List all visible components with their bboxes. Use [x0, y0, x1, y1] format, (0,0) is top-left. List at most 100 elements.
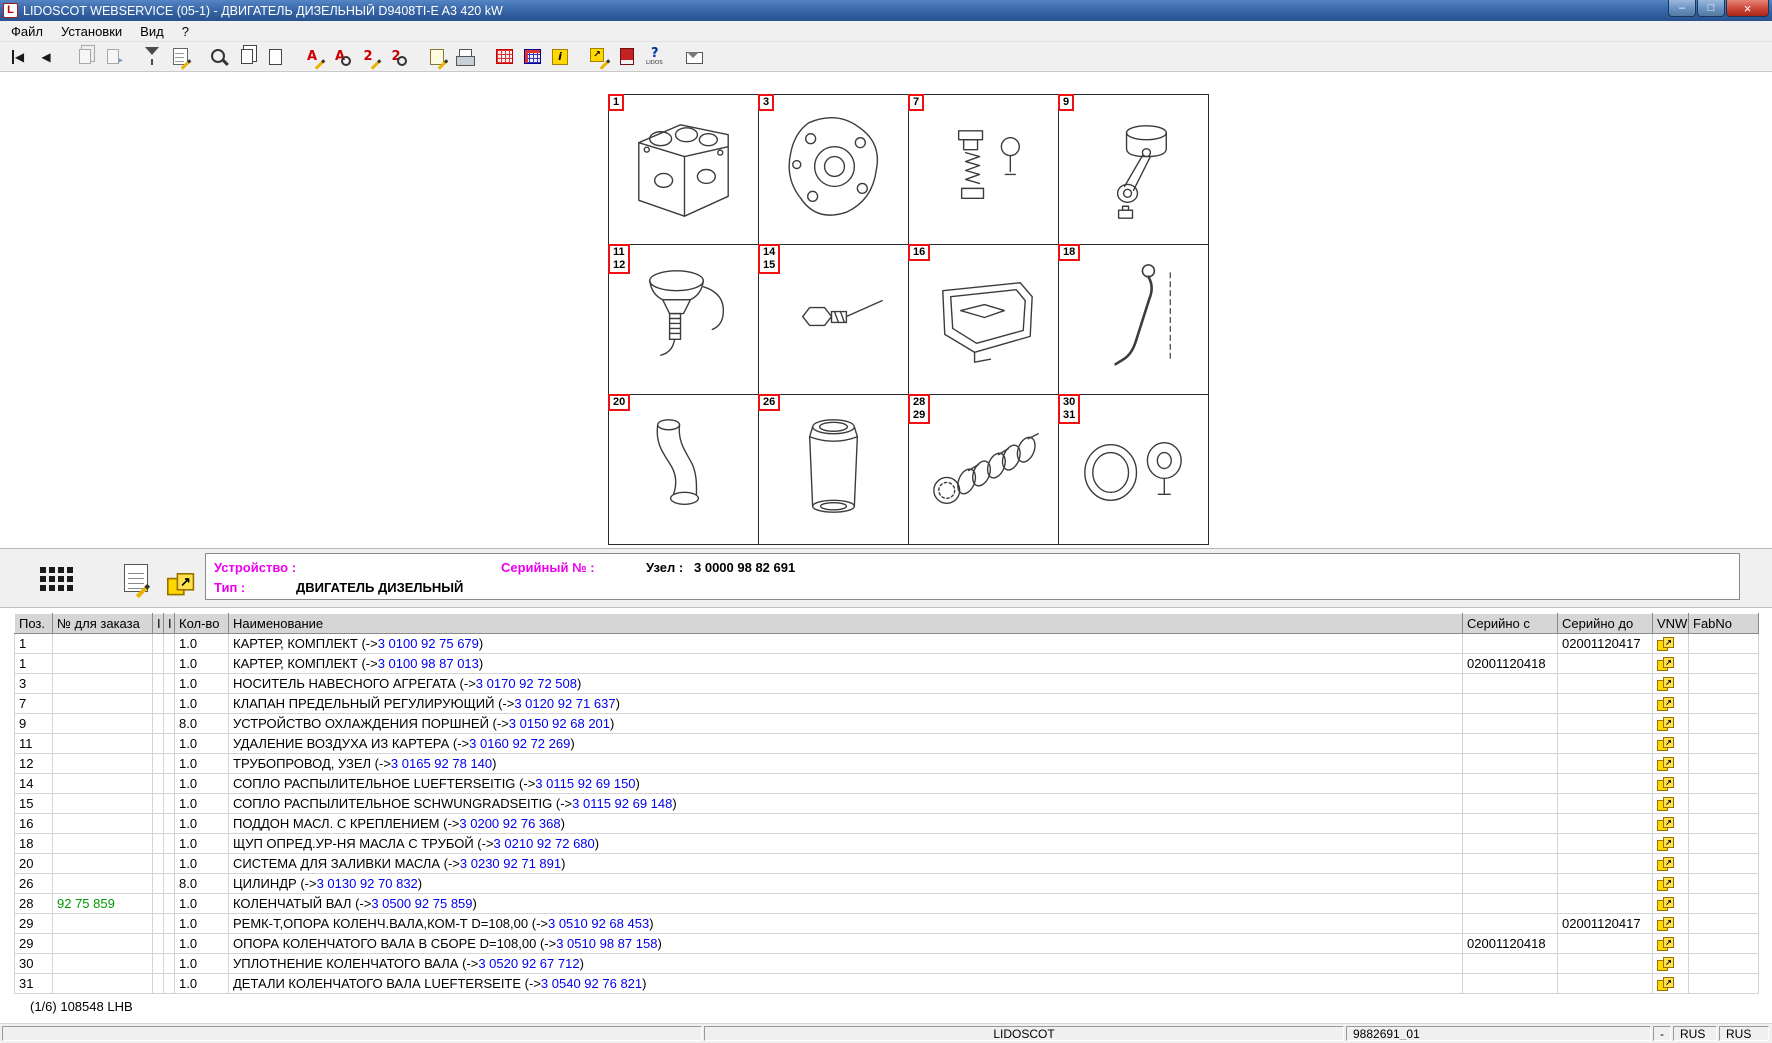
table-red-button[interactable]: [491, 44, 517, 70]
part-number-link[interactable]: 3 0510 92 68 453: [548, 916, 649, 931]
diagram-cell-20[interactable]: 20: [609, 395, 759, 545]
vnw-link-icon[interactable]: [1657, 677, 1674, 691]
part-row[interactable]: 98.0УСТРОЙСТВО ОХЛАЖДЕНИЯ ПОРШНЕЙ (->3 0…: [15, 714, 1759, 734]
part-row[interactable]: 71.0КЛАПАН ПРЕДЕЛЬНЫЙ РЕГУЛИРУЮЩИЙ (->3 …: [15, 694, 1759, 714]
vnw-link-icon[interactable]: [1657, 917, 1674, 931]
info-button[interactable]: [547, 44, 573, 70]
part-number-link[interactable]: 3 0100 92 75 679: [378, 636, 479, 651]
vnw-link-icon[interactable]: [1657, 737, 1674, 751]
part-number-link[interactable]: 3 0170 92 72 508: [476, 676, 577, 691]
part-row[interactable]: 121.0ТРУБОПРОВОД, УЗЕЛ (->3 0165 92 78 1…: [15, 754, 1759, 774]
menu-item-2[interactable]: Установки: [52, 22, 131, 41]
diagram-cell-11-12[interactable]: 1112: [609, 245, 759, 395]
column-serial-from[interactable]: Серийно с: [1463, 614, 1558, 634]
lidos-app-icon[interactable]: L: [3, 3, 18, 18]
find-number-button[interactable]: [385, 44, 411, 70]
vnw-link-icon[interactable]: [1657, 637, 1674, 651]
part-row[interactable]: 31.0НОСИТЕЛЬ НАВЕСНОГО АГРЕГАТА (->3 017…: [15, 674, 1759, 694]
part-row[interactable]: 111.0УДАЛЕНИЕ ВОЗДУХА ИЗ КАРТЕРА (->3 01…: [15, 734, 1759, 754]
part-row[interactable]: 291.0ОПОРА КОЛЕНЧАТОГО ВАЛА В СБОРЕ D=10…: [15, 934, 1759, 954]
link-edit-button[interactable]: [586, 44, 612, 70]
part-row[interactable]: 181.0ЩУП ОПРЕД.УР-НЯ МАСЛА С ТРУБОЙ (->3…: [15, 834, 1759, 854]
column-flag2[interactable]: I: [164, 614, 175, 634]
find-text-button[interactable]: [329, 44, 355, 70]
vnw-link-icon[interactable]: [1657, 777, 1674, 791]
vnw-link-icon[interactable]: [1657, 977, 1674, 991]
part-number-link[interactable]: 3 0100 98 87 013: [378, 656, 479, 671]
part-number-link[interactable]: 3 0200 92 76 368: [459, 816, 560, 831]
diagram-cell-1[interactable]: 1: [609, 95, 759, 245]
vnw-link-icon[interactable]: [1657, 897, 1674, 911]
part-number-link[interactable]: 3 0150 92 68 201: [509, 716, 610, 731]
go-back-button[interactable]: [33, 44, 59, 70]
page-view-button[interactable]: [262, 44, 288, 70]
vnw-link-icon[interactable]: [1657, 717, 1674, 731]
part-row[interactable]: 2892 75 8591.0КОЛЕНЧАТЫЙ ВАЛ (->3 0500 9…: [15, 894, 1759, 914]
menu-item-1[interactable]: Файл: [2, 22, 52, 41]
forward-document-button[interactable]: [100, 44, 126, 70]
column-flag1[interactable]: I: [153, 614, 164, 634]
bookmark-button[interactable]: [614, 44, 640, 70]
minimize-button[interactable]: –: [1668, 0, 1696, 17]
part-row[interactable]: 201.0СИСТЕМА ДЛЯ ЗАЛИВКИ МАСЛА (->3 0230…: [15, 854, 1759, 874]
vnw-link-icon[interactable]: [1657, 817, 1674, 831]
vnw-link-icon[interactable]: [1657, 837, 1674, 851]
column-name[interactable]: Наименование: [229, 614, 1463, 634]
zoom-button[interactable]: [206, 44, 232, 70]
table-blue-button[interactable]: [519, 44, 545, 70]
column-vnw[interactable]: VNW: [1653, 614, 1689, 634]
diagram-cell-9[interactable]: 9: [1059, 95, 1209, 245]
part-number-link[interactable]: 3 0165 92 78 140: [391, 756, 492, 771]
diagram-cell-3[interactable]: 3: [759, 95, 909, 245]
part-row[interactable]: 141.0СОПЛО РАСПЫЛИТЕЛЬНОЕ LUEFTERSEITIG …: [15, 774, 1759, 794]
diagram-cell-14-15[interactable]: 1415: [759, 245, 909, 395]
vnw-link-icon[interactable]: [1657, 757, 1674, 771]
part-number-link[interactable]: 3 0120 92 71 637: [514, 696, 615, 711]
part-number-link[interactable]: 3 0160 92 72 269: [469, 736, 570, 751]
part-row[interactable]: 268.0ЦИЛИНДР (->3 0130 92 70 832): [15, 874, 1759, 894]
vnw-link-icon[interactable]: [1657, 697, 1674, 711]
diagram-cell-26[interactable]: 26: [759, 395, 909, 545]
menu-item-4[interactable]: ?: [173, 22, 198, 41]
vnw-link-icon[interactable]: [1657, 657, 1674, 671]
pages-view-button[interactable]: [234, 44, 260, 70]
diagram-cell-18[interactable]: 18: [1059, 245, 1209, 395]
part-number-link[interactable]: 3 0510 98 87 158: [556, 936, 657, 951]
mail-button[interactable]: [681, 44, 707, 70]
vnw-link-icon[interactable]: [1657, 797, 1674, 811]
part-row[interactable]: 161.0ПОДДОН МАСЛ. С КРЕПЛЕНИЕМ (->3 0200…: [15, 814, 1759, 834]
parts-list-button[interactable]: [120, 561, 152, 595]
part-number-link[interactable]: 3 0540 92 76 821: [541, 976, 642, 991]
part-number-link[interactable]: 3 0520 92 67 712: [478, 956, 579, 971]
column-quantity[interactable]: Кол-во: [175, 614, 229, 634]
vnw-link-icon[interactable]: [1657, 857, 1674, 871]
column-fabno[interactable]: FabNo: [1689, 614, 1759, 634]
diagram-cell-16[interactable]: 16: [909, 245, 1059, 395]
part-row[interactable]: 11.0КАРТЕР, КОМПЛЕКТ (->3 0100 92 75 679…: [15, 634, 1759, 654]
vnw-link-icon[interactable]: [1657, 877, 1674, 891]
usage-link-button[interactable]: [158, 565, 192, 593]
diagram-cell-28-29[interactable]: 2829: [909, 395, 1059, 545]
part-number-link[interactable]: 3 0115 92 69 148: [572, 796, 672, 811]
part-number-link[interactable]: 3 0115 92 69 150: [535, 776, 635, 791]
diagram-cell-7[interactable]: 7: [909, 95, 1059, 245]
part-number-link[interactable]: 3 0500 92 75 859: [371, 896, 472, 911]
find-text-edit-button[interactable]: [301, 44, 327, 70]
part-row[interactable]: 11.0КАРТЕР, КОМПЛЕКТ (->3 0100 98 87 013…: [15, 654, 1759, 674]
filter-button[interactable]: [139, 44, 165, 70]
print-button[interactable]: [452, 44, 478, 70]
maximize-button[interactable]: □: [1697, 0, 1725, 17]
vnw-link-icon[interactable]: [1657, 937, 1674, 951]
close-button[interactable]: ×: [1726, 0, 1769, 17]
lidos-help-button[interactable]: [642, 44, 668, 70]
part-number-link[interactable]: 3 0230 92 71 891: [460, 856, 561, 871]
overview-grid-button[interactable]: [38, 563, 78, 593]
part-number-link[interactable]: 3 0130 92 70 832: [317, 876, 418, 891]
diagram-cell-30-31[interactable]: 3031: [1059, 395, 1209, 545]
part-row[interactable]: 301.0УПЛОТНЕНИЕ КОЛЕНЧАТОГО ВАЛА (->3 05…: [15, 954, 1759, 974]
notes-button[interactable]: [424, 44, 450, 70]
part-row[interactable]: 151.0СОПЛО РАСПЫЛИТЕЛЬНОЕ SCHWUNGRADSEIT…: [15, 794, 1759, 814]
find-number-edit-button[interactable]: [357, 44, 383, 70]
menu-item-3[interactable]: Вид: [131, 22, 173, 41]
column-serial-to[interactable]: Серийно до: [1558, 614, 1653, 634]
